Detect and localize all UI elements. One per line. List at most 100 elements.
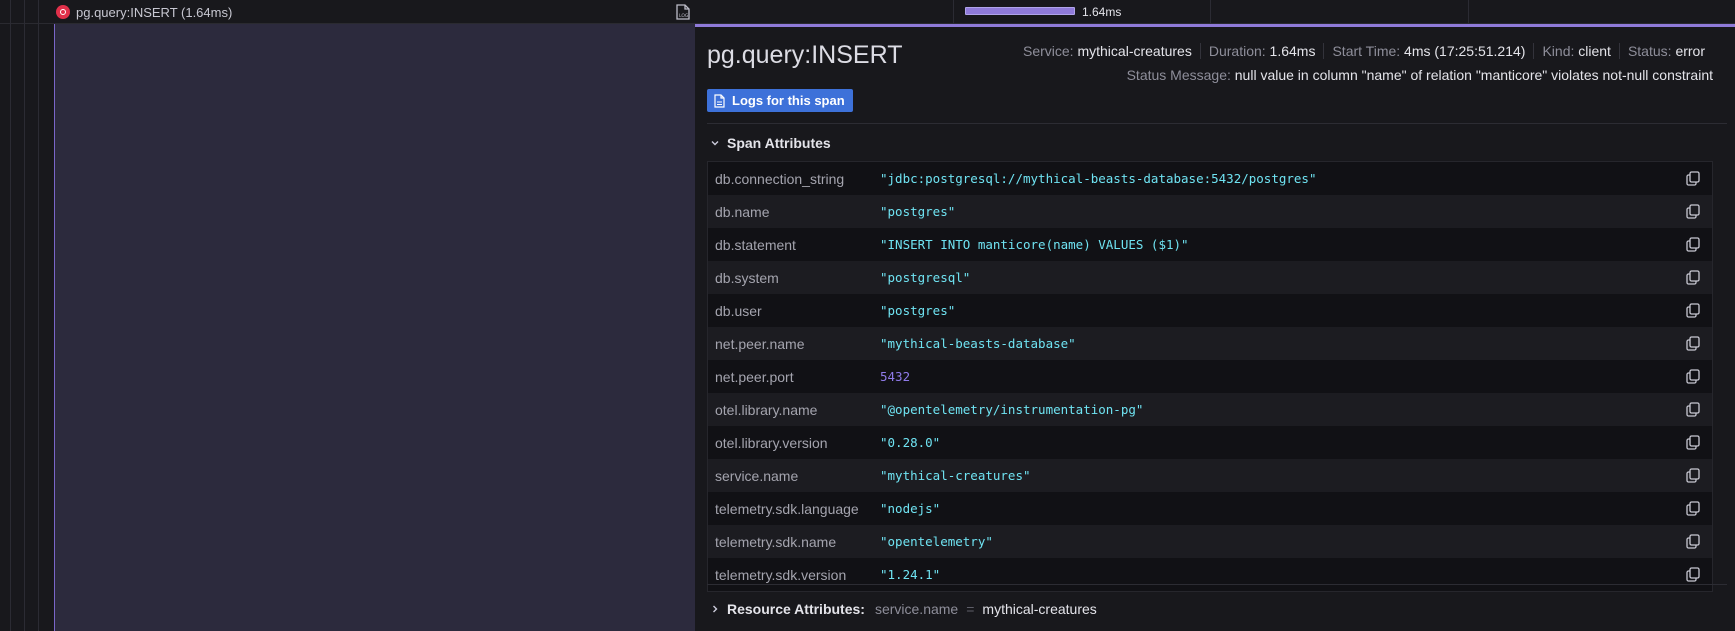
attribute-value: "jdbc:postgresql://mythical-beasts-datab…: [880, 171, 1317, 186]
tree-guide: [10, 0, 11, 24]
resource-attributes-title: Resource Attributes:: [727, 601, 865, 617]
attribute-key: db.connection_string: [715, 170, 845, 187]
copy-icon[interactable]: [1686, 237, 1700, 252]
copy-icon[interactable]: [1686, 468, 1700, 483]
logs-button-label: Logs for this span: [732, 93, 845, 108]
span-row[interactable]: pg.query:INSERT (1.64ms) LOG 1.64ms: [0, 0, 1735, 24]
copy-icon[interactable]: [1686, 534, 1700, 549]
divider: [707, 584, 1727, 585]
resource-value: mythical-creatures: [982, 601, 1097, 617]
attribute-value: "postgresql": [880, 270, 971, 285]
meta-service: Service: mythical-creatures: [1015, 43, 1200, 59]
meta-key: Duration:: [1208, 43, 1266, 59]
tree-guide: [24, 24, 25, 631]
attribute-key: service.name: [715, 467, 799, 484]
span-attributes-table: db.connection_string "jdbc:postgresql://m…: [707, 161, 1713, 592]
attribute-key: db.user: [715, 302, 762, 319]
copy-icon[interactable]: [1686, 501, 1700, 516]
timeline-tick: [1468, 0, 1469, 24]
attribute-key: net.peer.port: [715, 368, 794, 385]
attribute-key: net.peer.name: [715, 335, 805, 352]
attribute-value: "opentelemetry": [880, 534, 993, 549]
attribute-row: db.statement "INSERT INTO manticore(name)…: [708, 228, 1712, 261]
meta-key: Kind:: [1542, 43, 1575, 59]
logs-icon[interactable]: LOG: [674, 3, 692, 21]
span-attributes-toggle[interactable]: Span Attributes: [711, 135, 831, 151]
resource-key: service.name: [874, 601, 959, 617]
status-message-key: Status Message:: [1126, 67, 1231, 83]
meta-value: client: [1578, 43, 1611, 59]
meta-kind: Kind: client: [1533, 43, 1619, 59]
meta-key: Service:: [1023, 43, 1074, 59]
copy-icon[interactable]: [1686, 336, 1700, 351]
meta-duration: Duration: 1.64ms: [1199, 43, 1324, 59]
attribute-value: "postgres": [880, 303, 956, 318]
attribute-row: otel.library.version "0.28.0": [708, 426, 1712, 459]
attribute-key: db.statement: [715, 236, 796, 253]
attribute-key: db.system: [715, 269, 779, 286]
meta-status: Status: error: [1618, 43, 1713, 59]
copy-icon[interactable]: [1686, 369, 1700, 384]
attribute-row: service.name "mythical-creatures": [708, 459, 1712, 492]
attribute-row: db.system "postgresql": [708, 261, 1712, 294]
attribute-row: telemetry.sdk.version "1.24.1": [708, 558, 1712, 591]
attribute-row: otel.library.name "@opentelemetry/instrum…: [708, 393, 1712, 426]
tree-guide: [38, 0, 39, 24]
logs-for-span-button[interactable]: Logs for this span: [707, 89, 853, 112]
span-detail-left-panel: [54, 24, 695, 631]
copy-icon[interactable]: [1686, 171, 1700, 186]
span-duration-label: 1.64ms: [1082, 5, 1122, 19]
attribute-value: "@opentelemetry/instrumentation-pg": [880, 402, 1144, 417]
chevron-right-icon: [713, 605, 718, 613]
attribute-row: telemetry.sdk.name "opentelemetry": [708, 525, 1712, 558]
span-details-panel: pg.query:INSERT Service: mythical-creatu…: [695, 24, 1735, 631]
meta-value: mythical-creatures: [1077, 43, 1192, 59]
tree-gutter: [0, 24, 54, 631]
attribute-key: otel.library.version: [715, 434, 828, 451]
attribute-value: "1.24.1": [880, 567, 941, 582]
span-attributes-title: Span Attributes: [727, 135, 831, 151]
copy-icon[interactable]: [1686, 402, 1700, 417]
attribute-key: otel.library.name: [715, 401, 818, 418]
attribute-value: 5432: [880, 369, 911, 384]
attribute-value: "postgres": [880, 204, 956, 219]
meta-value: 1.64ms: [1269, 43, 1316, 59]
chevron-down-icon: [711, 141, 719, 146]
divider: [707, 123, 1727, 124]
copy-icon[interactable]: [1686, 303, 1700, 318]
meta-key: Status:: [1627, 43, 1672, 59]
copy-icon[interactable]: [1686, 567, 1700, 582]
copy-icon[interactable]: [1686, 435, 1700, 450]
attribute-value: "mythical-creatures": [880, 468, 1031, 483]
timeline-tick: [1210, 0, 1211, 24]
attribute-key: telemetry.sdk.name: [715, 533, 837, 550]
span-name[interactable]: pg.query:INSERT (1.64ms): [56, 3, 232, 21]
copy-icon[interactable]: [1686, 204, 1700, 219]
resource-attributes-toggle[interactable]: Resource Attributes: service.name = myth…: [711, 601, 1097, 617]
resource-eq: =: [966, 601, 975, 617]
attribute-value: "mythical-beasts-database": [880, 336, 1076, 351]
attribute-row: db.user "postgres": [708, 294, 1712, 327]
meta-start-time: Start Time: 4ms (17:25:51.214): [1323, 43, 1533, 59]
copy-icon[interactable]: [1686, 270, 1700, 285]
attribute-row: net.peer.name "mythical-beasts-database": [708, 327, 1712, 360]
svg-text:LOG: LOG: [679, 13, 689, 19]
attribute-value: "0.28.0": [880, 435, 941, 450]
timeline-tick: [953, 0, 954, 24]
attribute-value: "INSERT INTO manticore(name) VALUES ($1)…: [880, 237, 1189, 252]
tree-guide: [10, 24, 11, 631]
tree-guide: [24, 0, 25, 24]
attribute-row: db.name "postgres": [708, 195, 1712, 228]
logs-icon: [714, 93, 725, 108]
attribute-value: "nodejs": [880, 501, 941, 516]
meta-key: Start Time:: [1332, 43, 1401, 59]
attribute-row: telemetry.sdk.language "nodejs": [708, 492, 1712, 525]
status-message: Status Message: null value in column "na…: [1127, 67, 1713, 83]
span-duration-bar[interactable]: [965, 7, 1075, 15]
attribute-row: net.peer.port 5432: [708, 360, 1712, 393]
error-icon: [56, 5, 70, 19]
attribute-key: telemetry.sdk.language: [715, 500, 859, 517]
meta-value: 4ms (17:25:51.214): [1404, 43, 1526, 59]
attribute-row: db.connection_string "jdbc:postgresql://m…: [708, 162, 1712, 195]
meta-value: error: [1675, 43, 1705, 59]
